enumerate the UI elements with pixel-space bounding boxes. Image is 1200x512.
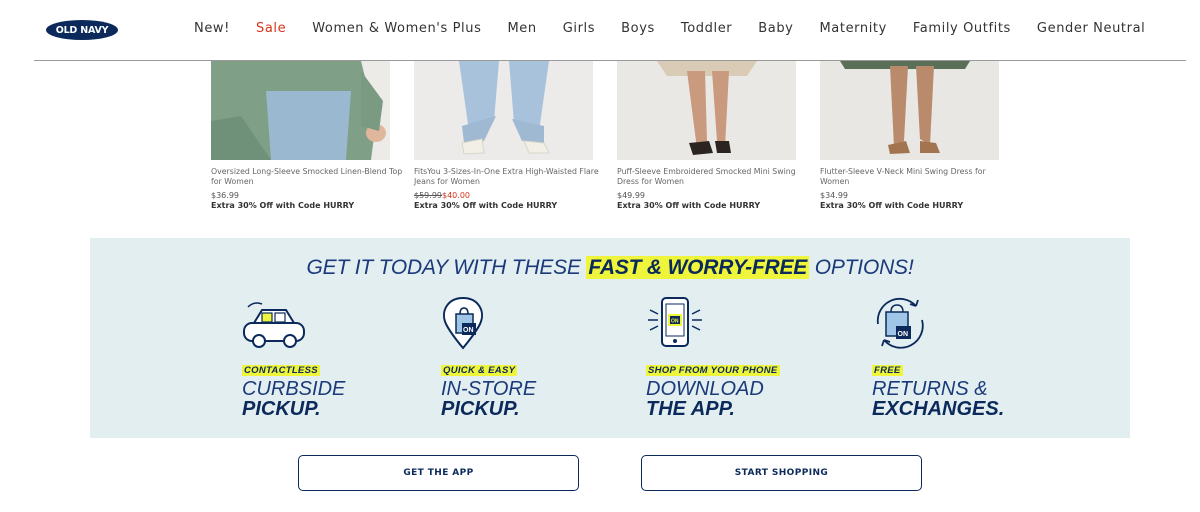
main-nav: New! Sale Women & Women's Plus Men Girls…	[194, 21, 1145, 36]
banner-headline: GET IT TODAY WITH THESE FAST & WORRY-FRE…	[90, 256, 1130, 280]
option-tag: FREE	[872, 365, 903, 376]
product-price: $59.99$40.00	[414, 191, 610, 200]
option-line1: CURBSIDE	[242, 378, 346, 400]
option-tag: QUICK & EASY	[441, 365, 518, 376]
product-card[interactable]: FitsYou 3-Sizes-In-One Extra High-Waiste…	[414, 61, 610, 210]
nav-item-girls[interactable]: Girls	[563, 21, 595, 36]
product-promo: Extra 30% Off with Code HURRY	[820, 201, 964, 210]
site-header: OLD NAVY New! Sale Women & Women's Plus …	[0, 0, 1200, 61]
original-price: $59.99	[414, 191, 442, 200]
option-line1: DOWNLOAD	[646, 378, 764, 400]
product-name[interactable]: FitsYou 3-Sizes-In-One Extra High-Waiste…	[414, 167, 610, 186]
option-download-app[interactable]: ON SHOP FROM YOUR PHONE DOWNLOAD THE APP…	[646, 296, 826, 419]
option-tag: CONTACTLESS	[242, 365, 320, 376]
option-line2: EXCHANGES.	[872, 398, 1005, 420]
nav-item-boys[interactable]: Boys	[621, 21, 655, 36]
nav-item-women[interactable]: Women & Women's Plus	[312, 21, 481, 36]
product-price: $49.99	[617, 191, 645, 200]
nav-item-maternity[interactable]: Maternity	[819, 21, 886, 36]
product-image[interactable]	[617, 61, 796, 160]
start-shopping-button[interactable]: START SHOPPING	[641, 455, 922, 491]
option-instore-pickup[interactable]: ON QUICK & EASY IN-STORE PICKUP.	[441, 296, 621, 419]
product-promo: Extra 30% Off with Code HURRY	[617, 201, 761, 210]
headline-highlight: FAST & WORRY-FREE	[586, 256, 810, 279]
product-name[interactable]: Puff-Sleeve Embroidered Smocked Mini Swi…	[617, 167, 813, 186]
old-navy-logo[interactable]: OLD NAVY	[46, 20, 118, 40]
fast-options-banner: GET IT TODAY WITH THESE FAST & WORRY-FRE…	[90, 238, 1130, 438]
option-free-returns[interactable]: ON FREE RETURNS & EXCHANGES.	[872, 296, 1052, 419]
product-card[interactable]: Flutter-Sleeve V-Neck Mini Swing Dress f…	[820, 61, 1016, 210]
sale-price: $40.00	[442, 191, 470, 200]
nav-item-men[interactable]: Men	[507, 21, 536, 36]
product-card[interactable]: Puff-Sleeve Embroidered Smocked Mini Swi…	[617, 61, 813, 210]
car-icon	[242, 296, 322, 358]
store-pin-icon: ON	[441, 296, 521, 358]
headline-post: OPTIONS!	[814, 256, 914, 279]
nav-item-family-outfits[interactable]: Family Outfits	[913, 21, 1011, 36]
option-line2: PICKUP.	[441, 398, 520, 420]
nav-item-toddler[interactable]: Toddler	[681, 21, 732, 36]
returns-bag-icon: ON	[872, 296, 952, 358]
option-line1: IN-STORE	[441, 378, 537, 400]
option-line2: THE APP.	[646, 398, 735, 420]
product-name[interactable]: Flutter-Sleeve V-Neck Mini Swing Dress f…	[820, 167, 1016, 186]
svg-text:ON: ON	[898, 331, 909, 338]
option-tag: SHOP FROM YOUR PHONE	[646, 365, 780, 376]
nav-item-sale[interactable]: Sale	[256, 21, 286, 36]
option-curbside-pickup[interactable]: CONTACTLESS CURBSIDE PICKUP.	[242, 296, 422, 419]
headline-pre: GET IT TODAY WITH THESE	[306, 256, 581, 279]
phone-icon: ON	[646, 296, 726, 358]
product-price: $36.99	[211, 191, 239, 200]
svg-text:ON: ON	[463, 327, 474, 334]
product-promo: Extra 30% Off with Code HURRY	[414, 201, 558, 210]
product-promo: Extra 30% Off with Code HURRY	[211, 201, 355, 210]
nav-item-new[interactable]: New!	[194, 21, 230, 36]
product-image[interactable]	[820, 61, 999, 160]
nav-item-baby[interactable]: Baby	[758, 21, 793, 36]
product-price: $34.99	[820, 191, 848, 200]
option-line1: RETURNS &	[872, 378, 988, 400]
product-name[interactable]: Oversized Long-Sleeve Smocked Linen-Blen…	[211, 167, 407, 186]
product-image[interactable]	[414, 61, 593, 160]
nav-item-gender-neutral[interactable]: Gender Neutral	[1037, 21, 1145, 36]
get-the-app-button[interactable]: GET THE APP	[298, 455, 579, 491]
option-line2: PICKUP.	[242, 398, 321, 420]
svg-text:ON: ON	[671, 319, 679, 325]
product-card[interactable]: Oversized Long-Sleeve Smocked Linen-Blen…	[211, 61, 407, 210]
product-image[interactable]	[211, 61, 390, 160]
